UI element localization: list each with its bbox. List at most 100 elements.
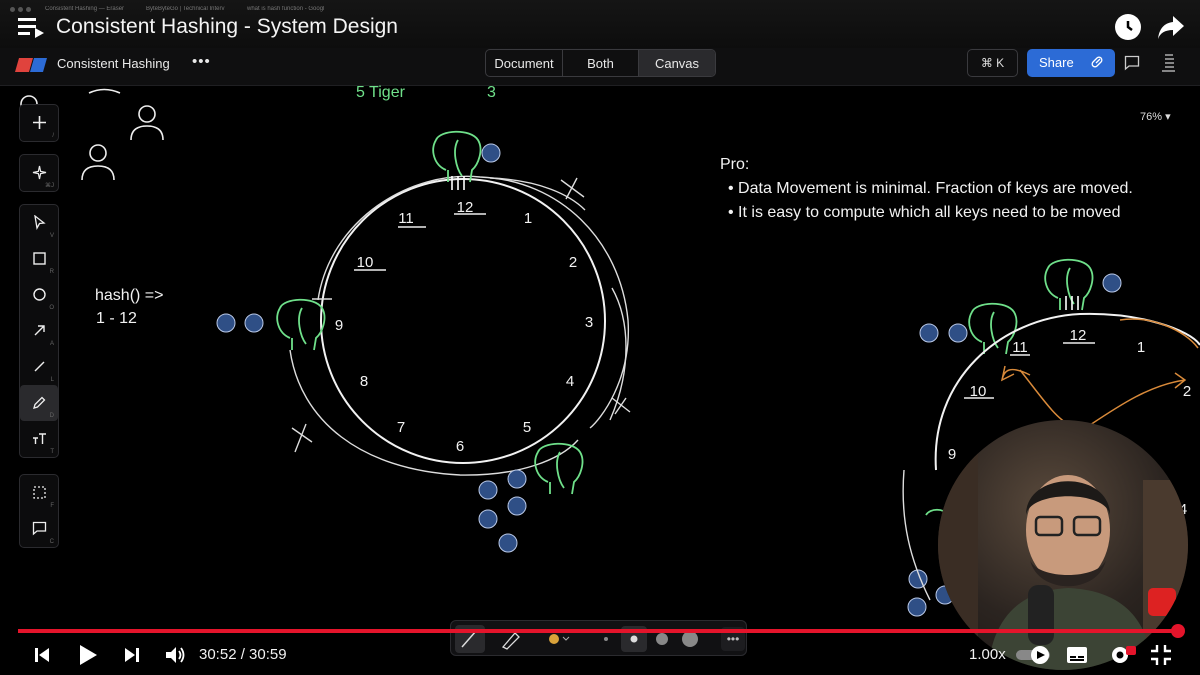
document-name[interactable]: Consistent Hashing [57, 56, 170, 71]
settings-gear-icon[interactable] [1108, 643, 1136, 667]
share-button-label: Share [1039, 55, 1074, 70]
shortcut-key: V [49, 233, 54, 239]
toolbar-misc-group: F C [19, 474, 59, 548]
play-icon[interactable] [78, 643, 98, 667]
text-icon [33, 433, 46, 444]
browser-tab: ByteByteGo | Technical Interv [146, 6, 225, 12]
app-header: Consistent Hashing ••• Document Both Can… [0, 48, 1200, 86]
toolbar-draw-group: V R O A L D T [19, 204, 59, 458]
arrow-icon [34, 325, 45, 336]
shortcut-key: T [50, 449, 54, 455]
ellipse-tool-button[interactable]: O [20, 277, 58, 313]
highlighter-icon[interactable] [501, 632, 520, 650]
playback-speed[interactable]: 1.00x [969, 646, 1006, 663]
ring-label: 8 [360, 373, 368, 390]
ring-label: 1 [524, 210, 532, 227]
svg-text:•••: ••• [727, 632, 740, 646]
video-title[interactable]: Consistent Hashing - System Design [56, 15, 398, 39]
select-tool-button[interactable]: V [20, 205, 58, 241]
rectangle-icon [33, 252, 46, 265]
shortcut-key: L [50, 377, 54, 383]
ring-label: 2 [569, 254, 577, 271]
autoplay-toggle-icon[interactable] [1014, 643, 1052, 667]
elephant-icon [1044, 258, 1094, 311]
ai-tool-button[interactable]: ⌘J [20, 155, 58, 191]
playlist-menu-icon[interactable] [18, 16, 44, 38]
browser-tab: what is hash function - Googl [247, 6, 325, 12]
zoom-level-button[interactable]: 76% ▾ [1140, 110, 1171, 123]
pencil-icon [33, 396, 46, 409]
exit-fullscreen-icon[interactable] [1150, 643, 1172, 667]
ring-label: 3 [585, 314, 593, 331]
ring-label: 1 [1137, 339, 1145, 356]
video-title-bar: Consistent Hashing — Eraser ByteByteGo |… [0, 0, 1200, 48]
video-progress-bar[interactable] [18, 629, 1178, 633]
pros-list-item: • It is easy to compute which all keys n… [728, 204, 1121, 221]
line-tool-button[interactable]: L [20, 349, 58, 385]
ring-label: 10 [970, 383, 987, 400]
view-mode-canvas[interactable]: Canvas [639, 50, 715, 76]
rectangle-tool-button[interactable]: R [20, 241, 58, 277]
ring-label: 12 [1070, 327, 1087, 344]
subtitles-icon[interactable] [1066, 643, 1088, 667]
eraser-logo-icon [15, 58, 47, 72]
shortcut-key: F [50, 503, 54, 509]
command-palette-button[interactable]: ⌘ K [967, 49, 1018, 77]
window-controls [10, 6, 31, 12]
browser-tab-strip: Consistent Hashing — Eraser ByteByteGo |… [10, 3, 342, 15]
pros-item-text: It is easy to compute which all keys nee… [738, 204, 1121, 221]
line-icon [34, 361, 45, 372]
shortcut-key: R [49, 269, 54, 275]
circle-icon [33, 288, 46, 301]
view-mode-both[interactable]: Both [563, 50, 639, 76]
view-mode-switcher: Document Both Canvas [485, 49, 716, 77]
hash-range-label: 1 - 12 [96, 310, 137, 327]
comment-icon [32, 521, 47, 536]
shortcut-key: ⌘J [45, 183, 54, 189]
add-tool-button[interactable]: / [20, 105, 58, 141]
comment-tool-button[interactable]: C [20, 511, 58, 547]
cursor-icon [34, 215, 46, 230]
pen-options-bar: ••• [450, 620, 747, 656]
ring-label: 9 [948, 446, 956, 463]
comment-icon[interactable] [1124, 55, 1140, 71]
share-arrow-icon[interactable] [1157, 14, 1185, 40]
pros-heading: Pro: [720, 156, 750, 173]
ring-label: 6 [456, 438, 464, 455]
pencil-tool-button[interactable]: D [20, 385, 58, 421]
volume-icon[interactable] [164, 643, 186, 667]
ring-label: 5 [523, 419, 531, 436]
magic-wand-icon [32, 165, 47, 180]
text-tool-button[interactable]: T [20, 421, 58, 457]
ring-main-labels: 12 1 2 3 4 5 6 7 8 9 10 11 [335, 199, 593, 455]
color-picker-button[interactable] [549, 634, 570, 644]
time-display: 30:52 / 30:59 [199, 646, 287, 663]
elephant-icon [276, 298, 326, 351]
pros-item-text: Data Movement is minimal. Fraction of ke… [738, 180, 1133, 197]
ring-label: 11 [398, 210, 414, 227]
hash-function-label: hash() => [95, 287, 164, 304]
ring-label: 11 [1012, 339, 1028, 356]
watch-later-icon[interactable] [1115, 14, 1141, 40]
tiger-value: 3 [487, 84, 496, 101]
ring-label: 2 [1183, 383, 1191, 400]
previous-icon[interactable] [33, 643, 51, 667]
scrubber-handle[interactable] [1171, 624, 1185, 638]
frame-tool-button[interactable]: F [20, 475, 58, 511]
link-icon [1091, 56, 1103, 68]
frame-icon [33, 486, 46, 499]
shortcut-key: C [49, 539, 54, 545]
shortcut-key: A [49, 341, 54, 347]
shortcut-key: D [49, 413, 54, 419]
plus-icon [33, 116, 46, 129]
toolbar-ai-group: ⌘J [19, 154, 59, 192]
ring-label: 4 [566, 373, 574, 390]
share-button[interactable]: Share [1027, 49, 1115, 77]
more-options-button[interactable]: ••• [192, 53, 211, 70]
view-mode-document[interactable]: Document [486, 50, 563, 76]
document-outline-icon[interactable] [1161, 54, 1177, 72]
next-icon[interactable] [123, 643, 141, 667]
arrow-tool-button[interactable]: A [20, 313, 58, 349]
pros-list-item: • Data Movement is minimal. Fraction of … [728, 180, 1133, 197]
toolbar-add-group: / [19, 104, 59, 142]
